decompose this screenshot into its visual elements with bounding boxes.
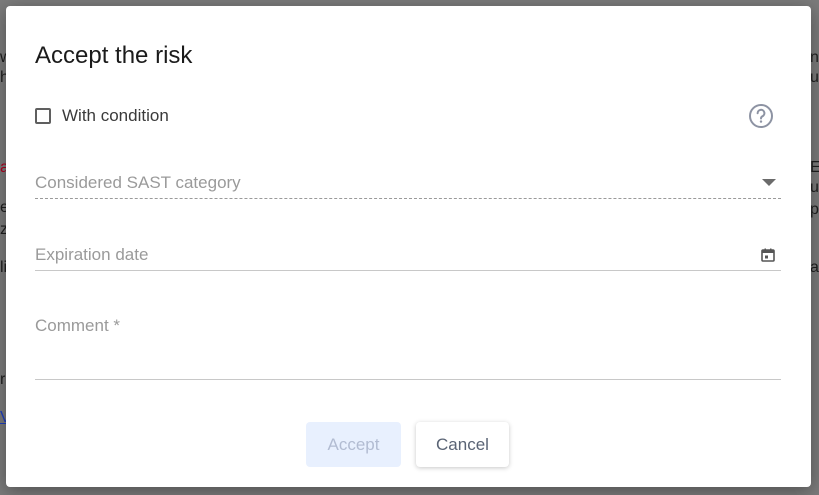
sast-category-select[interactable]: Considered SAST category xyxy=(35,166,781,202)
field-underline xyxy=(35,198,781,199)
expiration-date-placeholder: Expiration date xyxy=(35,245,149,264)
bg-text: u xyxy=(810,179,819,196)
bg-text: r xyxy=(0,371,6,388)
sast-category-placeholder: Considered SAST category xyxy=(35,173,241,192)
field-underline xyxy=(35,379,781,380)
comment-field[interactable]: Comment * xyxy=(35,308,781,380)
accept-risk-dialog: Accept the risk With condition Considere… xyxy=(6,6,811,487)
with-condition-label[interactable]: With condition xyxy=(62,106,169,126)
chevron-down-icon[interactable] xyxy=(762,179,776,186)
expiration-date-field[interactable]: Expiration date xyxy=(35,238,781,274)
bg-text: ui xyxy=(810,69,819,86)
calendar-icon[interactable] xyxy=(761,248,775,262)
dialog-title: Accept the risk xyxy=(35,42,193,69)
bg-text: pi xyxy=(810,201,819,218)
with-condition-row[interactable]: With condition xyxy=(35,105,169,127)
bg-text: Ex xyxy=(810,159,819,176)
bg-text: ac xyxy=(810,259,819,276)
cancel-button[interactable]: Cancel xyxy=(416,422,509,467)
accept-button[interactable]: Accept xyxy=(306,422,401,467)
question-circle-icon[interactable] xyxy=(748,103,774,129)
with-condition-checkbox[interactable] xyxy=(35,108,51,124)
field-underline xyxy=(35,270,781,271)
comment-placeholder: Comment * xyxy=(35,316,121,335)
bg-text: nt xyxy=(810,49,819,66)
